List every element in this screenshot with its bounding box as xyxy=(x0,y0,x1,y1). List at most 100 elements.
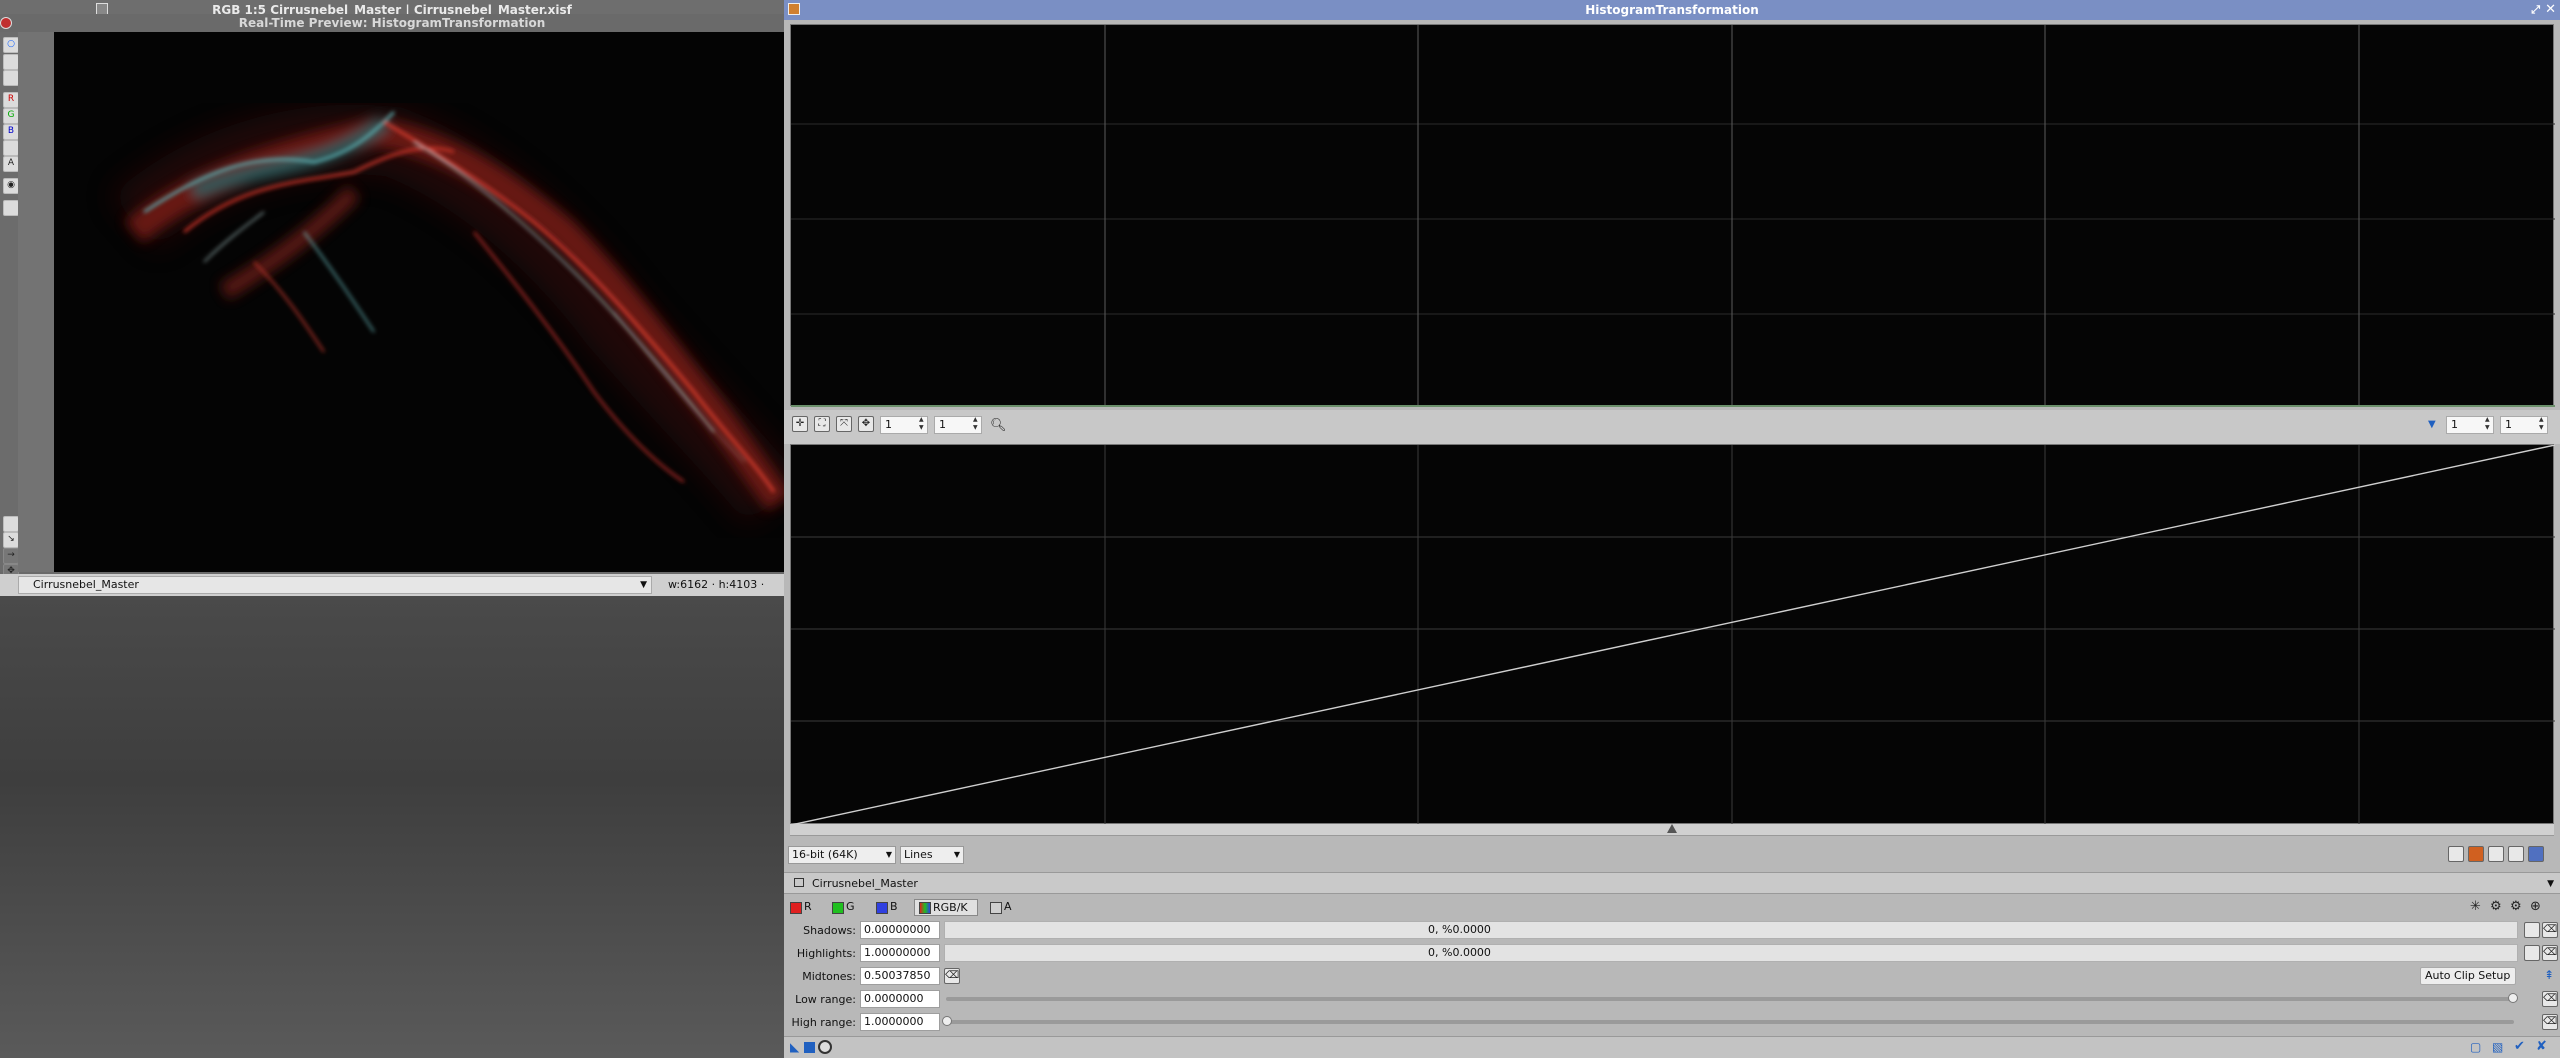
gear-icon[interactable]: ⚙ xyxy=(2490,899,2502,914)
vertical-zoom-spinner[interactable]: 1 xyxy=(934,416,982,434)
snowflake-icon[interactable]: ✳ xyxy=(2470,899,2481,914)
channel-row: R G B RGB/K A ✳ ⚙ ⚙ ⊕ xyxy=(784,896,2560,920)
channel-b-icon[interactable]: B xyxy=(3,124,19,140)
browse-doc-icon[interactable]: ▢ xyxy=(2470,1040,2481,1054)
log-graph-icon[interactable] xyxy=(2468,846,2484,862)
output-horizontal-zoom-value: 1 xyxy=(2451,418,2458,431)
midtones-marker[interactable] xyxy=(1667,824,1677,833)
vertical-zoom-value: 1 xyxy=(939,418,946,431)
settings-icon[interactable]: ⚙ xyxy=(2510,899,2522,914)
channel-g-label: G xyxy=(846,900,855,913)
chevron-down-icon[interactable]: ▼ xyxy=(2428,419,2436,430)
transfer-curve-pane[interactable] xyxy=(790,444,2555,825)
crosshair-icon[interactable]: ⊕ xyxy=(2530,899,2541,914)
shadows-field[interactable]: 0.00000000 xyxy=(860,921,940,939)
histogram-slider-strip[interactable] xyxy=(790,824,2554,836)
bit-depth-select[interactable]: 16-bit (64K) ▼ xyxy=(788,846,896,864)
channel-g-icon[interactable]: G xyxy=(3,108,19,124)
low-range-slider-handle[interactable] xyxy=(2508,993,2518,1003)
zoom-fit-icon[interactable]: ⛶ xyxy=(814,416,830,432)
low-range-reset-icon[interactable]: ⌫ xyxy=(2542,991,2558,1007)
edit-instance-icon[interactable]: ▧ xyxy=(2492,1040,2503,1054)
auto-clip-setup-label: Auto Clip Setup xyxy=(2425,969,2511,982)
move-icon[interactable]: ✥ xyxy=(858,416,874,432)
show-grid-icon[interactable] xyxy=(2508,846,2524,862)
chevron-down-icon: ▼ xyxy=(953,850,960,859)
output-horizontal-zoom-spinner[interactable]: 1 xyxy=(2446,416,2494,434)
close-icon[interactable]: ✕ xyxy=(2545,0,2556,20)
ok-icon[interactable]: ✔ xyxy=(2514,1039,2525,1054)
graph-style-select[interactable]: Lines ▼ xyxy=(900,846,964,864)
view-selector[interactable]: Cirrusnebel_Master ▼ xyxy=(18,576,652,594)
histogram-titlebar[interactable]: HistogramTransformation ⤢ ✕ xyxy=(784,0,2560,20)
channel-r-label: R xyxy=(804,900,812,913)
arrow-icon[interactable]: ↘ xyxy=(3,532,19,548)
image-canvas-gutter xyxy=(18,32,54,572)
chevron-down-icon[interactable]: ▼ xyxy=(640,577,647,593)
process-icon xyxy=(788,3,800,15)
reject-count-icon[interactable] xyxy=(2448,846,2464,862)
highlights-stats: 0, %0.0000 xyxy=(1428,946,1491,959)
zoom-fit-icon[interactable] xyxy=(3,516,19,532)
midtones-field[interactable]: 0.50037850 xyxy=(860,967,940,985)
highlights-reset-icon[interactable]: ⌫ xyxy=(2542,945,2558,961)
target-view-row[interactable]: Cirrusnebel_Master ▼ xyxy=(784,872,2560,894)
channel-b-label: B xyxy=(890,900,898,913)
shade-icon[interactable]: ⤢ xyxy=(2531,0,2540,20)
cancel-icon[interactable]: ✘ xyxy=(2536,1039,2547,1054)
show-curve-icon[interactable] xyxy=(2488,846,2504,862)
arrow-right-icon[interactable]: → xyxy=(3,548,19,564)
shadows-histogram-icon[interactable] xyxy=(2524,922,2540,938)
channel-rgb-icon[interactable] xyxy=(3,140,19,156)
apply-square-icon[interactable] xyxy=(804,1042,815,1053)
high-range-slider[interactable] xyxy=(942,1016,2514,1026)
low-range-field[interactable]: 0.0000000 xyxy=(860,990,940,1008)
high-range-slider-handle[interactable] xyxy=(942,1016,952,1026)
image-canvas[interactable] xyxy=(54,32,784,572)
chevron-down-icon[interactable]: ▼ xyxy=(2547,873,2554,895)
split-view-icon[interactable] xyxy=(3,54,19,70)
output-vertical-zoom-spinner[interactable]: 1 xyxy=(2500,416,2548,434)
parameters-panel: Shadows: 0.00000000 0, %0.0000 ⌫ Highlig… xyxy=(784,920,2560,1034)
close-icon[interactable] xyxy=(0,17,12,29)
channel-r-icon[interactable]: R xyxy=(3,92,19,108)
realtime-preview-icon[interactable] xyxy=(818,1040,832,1054)
input-histogram-pane[interactable] xyxy=(790,24,2555,407)
desktop-background xyxy=(0,596,784,1058)
channel-rgbk-button[interactable]: RGB/K xyxy=(914,899,978,916)
midtones-reset-icon[interactable]: ⌫ xyxy=(944,968,960,984)
channel-r-checkbox[interactable] xyxy=(790,902,802,914)
midtones-label: Midtones: xyxy=(802,970,856,983)
histogram-zoom-toolbar: ✛ ⛶ ⤧ ✥ 1 1 🔍︎ ▼ 1 1 xyxy=(784,410,2560,444)
highlights-histogram-icon[interactable] xyxy=(2524,945,2540,961)
transfer-curve-line xyxy=(791,445,2555,825)
channel-g-checkbox[interactable] xyxy=(832,902,844,914)
input-histogram-grid xyxy=(791,25,2555,407)
channel-alpha-icon[interactable]: A xyxy=(3,156,19,172)
high-range-reset-icon[interactable]: ⌫ xyxy=(2542,1014,2558,1030)
magnifier-icon[interactable]: 🔍︎ xyxy=(990,418,1007,433)
auto-clip-setup-button[interactable]: Auto Clip Setup xyxy=(2420,967,2516,985)
highlights-field[interactable]: 1.00000000 xyxy=(860,944,940,962)
preview-mode-icon[interactable]: ○ xyxy=(3,37,19,53)
horizontal-zoom-spinner[interactable]: 1 xyxy=(880,416,928,434)
grid-icon[interactable] xyxy=(2528,846,2544,862)
new-instance-icon[interactable]: ◣ xyxy=(790,1040,799,1054)
view-icon xyxy=(794,878,804,887)
display-options-row: 16-bit (64K) ▼ Lines ▼ xyxy=(784,840,2560,870)
low-range-slider[interactable] xyxy=(946,993,2518,1003)
high-range-field[interactable]: 1.0000000 xyxy=(860,1013,940,1031)
preview-title: Real-Time Preview: HistogramTransformati… xyxy=(0,14,784,32)
channel-a-checkbox[interactable] xyxy=(990,902,1002,914)
camera-icon[interactable]: ◉ xyxy=(3,178,19,194)
auto-clip-icon[interactable]: ⇞ xyxy=(2544,968,2554,982)
high-range-label: High range: xyxy=(791,1016,856,1029)
pan-icon[interactable]: ✛ xyxy=(792,416,808,432)
shadows-stats: 0, %0.0000 xyxy=(1428,923,1491,936)
stack-view-icon[interactable] xyxy=(3,70,19,86)
channel-rgbk-label: RGB/K xyxy=(933,901,968,914)
zoom-extents-icon[interactable]: ⤧ xyxy=(836,416,852,432)
shadows-reset-icon[interactable]: ⌫ xyxy=(2542,922,2558,938)
channel-b-checkbox[interactable] xyxy=(876,902,888,914)
save-icon[interactable] xyxy=(3,200,19,216)
